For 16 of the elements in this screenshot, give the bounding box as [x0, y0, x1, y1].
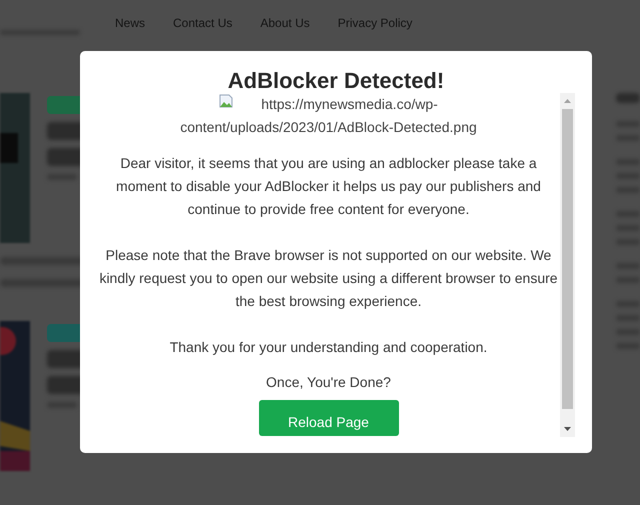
message-paragraph: Dear visitor, it seems that you are using an adblocker please take a moment to disable your AdBlocker it helps us pay our publishers and continue to provide free content for everyone.: [115, 154, 542, 219]
blurred-text-line: [616, 93, 640, 103]
scroll-down-icon: [564, 427, 571, 431]
message-paragraph: Thank you for your understanding and cooperation.: [168, 338, 488, 357]
broken-image: https://mynewsmedia.co/wp-content/uploads/2023/01/AdBlock-Detected.png: [179, 93, 478, 137]
modal-title: AdBlocker Detected!: [228, 68, 444, 94]
nav-link[interactable]: Privacy Policy: [338, 14, 412, 32]
reload-button[interactable]: Reload Page: [258, 400, 398, 436]
message-paragraph: Please note that the Brave browser is not supported on our website. We kindly request you to open our website using a different browser to ensure the best browsing experience.: [98, 246, 558, 311]
nav-link[interactable]: Contact Us: [173, 14, 232, 32]
prompt-text: Once, You're Done?: [266, 373, 391, 392]
nav-link[interactable]: News: [115, 14, 146, 32]
nav-link[interactable]: About Us: [260, 14, 310, 32]
scrollbar-thumb[interactable]: [562, 109, 573, 409]
scroll-up-icon: [564, 99, 571, 103]
broken-image-icon: [219, 94, 234, 108]
